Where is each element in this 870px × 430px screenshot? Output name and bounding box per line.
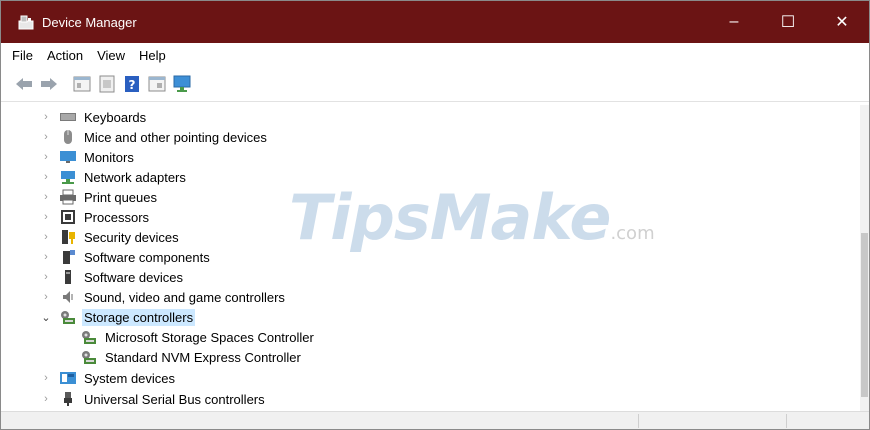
minimize-button[interactable]: – xyxy=(707,1,761,43)
properties-icon[interactable] xyxy=(71,73,93,95)
tree-item-label: Software components xyxy=(84,249,210,265)
tree-item-software-devices[interactable]: › Software devices xyxy=(10,267,185,287)
console-icon[interactable] xyxy=(146,73,168,95)
tree-item-label: Standard NVM Express Controller xyxy=(105,349,301,365)
tree-item-security-devices[interactable]: › Security devices xyxy=(10,227,181,247)
expand-chevron-icon[interactable]: › xyxy=(41,111,51,123)
menu-bar: File Action View Help xyxy=(1,43,869,67)
expand-chevron-icon[interactable]: › xyxy=(41,271,51,283)
speaker-icon xyxy=(60,289,76,305)
tree-item-label: Keyboards xyxy=(84,109,147,125)
storage-controller-icon xyxy=(81,349,97,365)
tree-child-nvm-express-controller[interactable]: Standard NVM Express Controller xyxy=(10,347,303,367)
tree-item-label: Security devices xyxy=(84,229,179,245)
storage-controller-icon xyxy=(60,309,76,325)
tree-item-print-queues[interactable]: › Print queues xyxy=(10,187,159,207)
tree-item-monitors[interactable]: › Monitors xyxy=(10,147,136,167)
tree-item-system-devices[interactable]: › System devices xyxy=(10,368,177,388)
expand-chevron-icon[interactable]: › xyxy=(41,191,51,203)
expand-chevron-icon[interactable]: › xyxy=(41,251,51,263)
tree-item-software-components[interactable]: › Software components xyxy=(10,247,212,267)
system-device-icon xyxy=(60,370,76,386)
back-arrow-icon[interactable] xyxy=(13,73,35,95)
tree-item-label: Monitors xyxy=(84,149,134,165)
title-bar[interactable]: Device Manager – ☐ ✕ xyxy=(1,1,869,43)
expand-chevron-icon[interactable]: › xyxy=(41,131,51,143)
tree-item-label: Universal Serial Bus controllers xyxy=(84,391,265,407)
tree-item-label: Microsoft Storage Spaces Controller xyxy=(105,329,314,345)
tree-item-mice[interactable]: › Mice and other pointing devices xyxy=(10,127,269,147)
network-adapter-icon xyxy=(60,169,76,185)
collapse-chevron-icon[interactable]: ⌄ xyxy=(41,311,51,324)
tree-item-label: Sound, video and game controllers xyxy=(84,289,285,305)
menu-view[interactable]: View xyxy=(90,48,132,63)
tree-item-usb-controllers[interactable]: › Universal Serial Bus controllers xyxy=(10,389,267,409)
svg-text:?: ? xyxy=(129,78,136,92)
processor-icon xyxy=(60,209,76,225)
tree-item-label: Network adapters xyxy=(84,169,186,185)
tree-item-label: Mice and other pointing devices xyxy=(84,129,267,145)
tree-item-label: Print queues xyxy=(84,189,157,205)
printer-icon xyxy=(60,189,76,205)
security-device-icon xyxy=(60,229,76,245)
menu-help[interactable]: Help xyxy=(132,48,173,63)
status-bar xyxy=(1,411,869,429)
refresh-icon[interactable] xyxy=(96,73,118,95)
tree-item-sound-video-game[interactable]: › Sound, video and game controllers xyxy=(10,287,287,307)
menu-action[interactable]: Action xyxy=(40,48,90,63)
toolbar: ? xyxy=(1,67,869,102)
tree-item-label: System devices xyxy=(84,370,176,386)
forward-arrow-icon[interactable] xyxy=(38,73,60,95)
device-manager-window: Device Manager – ☐ ✕ File Action View He… xyxy=(0,0,870,430)
tree-item-network-adapters[interactable]: › Network adapters xyxy=(10,167,188,187)
storage-controller-icon xyxy=(81,329,97,345)
tree-child-storage-spaces-controller[interactable]: Microsoft Storage Spaces Controller xyxy=(10,327,316,347)
scrollbar-thumb[interactable] xyxy=(861,233,868,397)
keyboard-icon xyxy=(60,109,76,125)
tree-item-label: Storage controllers xyxy=(82,308,196,326)
expand-chevron-icon[interactable]: › xyxy=(41,231,51,243)
tree-item-keyboards[interactable]: › Keyboards xyxy=(10,107,148,127)
expand-chevron-icon[interactable]: › xyxy=(41,211,51,223)
tree-item-label: Processors xyxy=(84,209,150,225)
status-divider xyxy=(786,414,787,428)
tree-item-storage-controllers[interactable]: ⌄ Storage controllers xyxy=(10,307,196,327)
close-button[interactable]: ✕ xyxy=(815,1,869,43)
menu-file[interactable]: File xyxy=(5,48,40,63)
device-manager-app-icon xyxy=(18,14,34,30)
expand-chevron-icon[interactable]: › xyxy=(41,372,51,384)
software-device-icon xyxy=(60,269,76,285)
status-divider xyxy=(638,414,639,428)
window-title: Device Manager xyxy=(42,14,137,30)
tree-item-processors[interactable]: › Processors xyxy=(10,207,151,227)
tree-item-label: Software devices xyxy=(84,269,183,285)
vertical-scrollbar[interactable] xyxy=(860,105,869,411)
maximize-button[interactable]: ☐ xyxy=(761,1,815,43)
expand-chevron-icon[interactable]: › xyxy=(41,171,51,183)
mouse-icon xyxy=(60,129,76,145)
expand-chevron-icon[interactable]: › xyxy=(41,291,51,303)
software-component-icon xyxy=(60,249,76,265)
device-tree[interactable]: › Keyboards › Mice and other pointing de… xyxy=(10,105,862,411)
help-icon[interactable]: ? xyxy=(121,73,143,95)
expand-chevron-icon[interactable]: › xyxy=(41,393,51,405)
expand-chevron-icon[interactable]: › xyxy=(41,151,51,163)
usb-icon xyxy=(60,391,76,407)
monitor-icon xyxy=(60,149,76,165)
monitor-icon[interactable] xyxy=(171,73,193,95)
